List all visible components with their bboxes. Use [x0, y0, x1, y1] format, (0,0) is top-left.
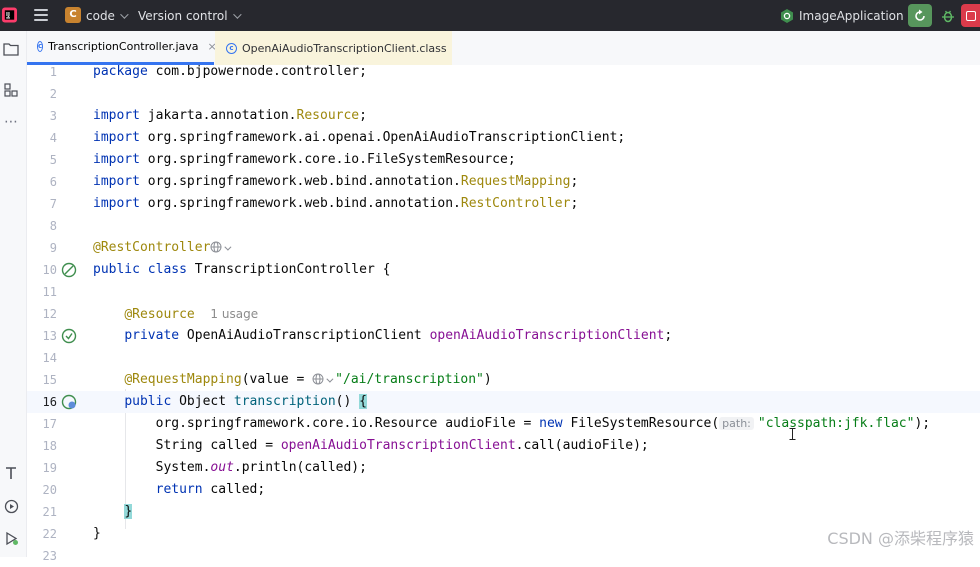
code-text: import org.springframework.ai.openai.Ope…	[93, 130, 626, 145]
code-text: import org.springframework.core.io.FileS…	[93, 152, 516, 167]
code-line[interactable]: 12 @Resource 1 usage	[27, 303, 980, 325]
code-line[interactable]: 14	[27, 347, 980, 369]
rerun-icon	[915, 9, 925, 21]
code-line[interactable]: 2	[27, 83, 980, 105]
services-icon[interactable]	[2, 497, 20, 515]
chevron-down-icon[interactable]	[224, 243, 232, 251]
code-text: public class TranscriptionController {	[93, 262, 391, 277]
stop-button[interactable]	[961, 4, 980, 27]
code-text: @RequestMapping(value = "/ai/transcripti…	[124, 372, 492, 387]
tool-window-strip: ⋯	[0, 31, 27, 557]
web-endpoint-icon[interactable]	[210, 241, 222, 253]
bug-icon	[942, 10, 954, 22]
more-tools-icon[interactable]: ⋯	[2, 113, 20, 131]
web-endpoint-icon[interactable]	[312, 373, 324, 385]
class-icon: c	[37, 41, 44, 52]
code-text: @Resource 1 usage	[124, 307, 259, 322]
class-icon: c	[226, 42, 237, 54]
code-text: System.out.println(called);	[155, 460, 367, 475]
code-line[interactable]: 6 import org.springframework.web.bind.an…	[27, 171, 980, 193]
code-text: String called = openAiAudioTranscription…	[155, 438, 649, 453]
code-line[interactable]: 18 String called = openAiAudioTranscript…	[27, 435, 980, 457]
run-config-selector[interactable]: ImageApplication	[779, 0, 918, 31]
tab-label: TranscriptionController.java	[48, 40, 199, 53]
code-line[interactable]: 15 @RequestMapping(value = "/ai/transcri…	[27, 369, 980, 391]
code-text: }	[93, 526, 101, 541]
svg-text:IJ: IJ	[6, 12, 10, 18]
rerun-button[interactable]	[908, 4, 932, 27]
code-line[interactable]: 21 }	[27, 501, 980, 523]
code-line[interactable]: 3 import jakarta.annotation.Resource;	[27, 105, 980, 127]
chevron-down-icon[interactable]	[326, 375, 334, 383]
code-line[interactable]: 11	[27, 281, 980, 303]
chevron-down-icon	[120, 9, 129, 19]
code-line[interactable]: 7 import org.springframework.web.bind.an…	[27, 193, 980, 215]
code-line[interactable]: 4 import org.springframework.ai.openai.O…	[27, 127, 980, 149]
code-editor[interactable]: 1 package com.bjpowernode.controller; 2 …	[27, 64, 980, 563]
tab-transcription-controller[interactable]: c TranscriptionController.java ×	[27, 31, 217, 65]
stop-icon	[965, 10, 976, 21]
code-text: private OpenAiAudioTranscriptionClient o…	[124, 328, 673, 343]
project-name: code	[86, 8, 115, 23]
code-text: import jakarta.annotation.Resource;	[93, 108, 367, 123]
code-line-current[interactable]: 16 public Object transcription() {	[27, 391, 980, 413]
code-line[interactable]: 20 return called;	[27, 479, 980, 501]
watermark: CSDN @添柴程序猿	[827, 529, 974, 548]
run-tool-icon[interactable]	[2, 529, 20, 547]
main-menu-icon[interactable]	[34, 9, 48, 21]
intellij-logo-icon[interactable]: IJ	[2, 7, 17, 23]
code-line[interactable]: 9 @RestController	[27, 237, 980, 259]
code-line[interactable]: 1 package com.bjpowernode.controller;	[27, 61, 980, 83]
usage-hint[interactable]: 1 usage	[210, 307, 258, 321]
code-text: }	[124, 504, 133, 519]
tab-openai-audio-client[interactable]: c OpenAiAudioTranscriptionClient.class	[215, 31, 452, 65]
code-line[interactable]: 19 System.out.println(called);	[27, 457, 980, 479]
code-text: org.springframework.core.io.Resource aud…	[155, 416, 931, 431]
code-line[interactable]: 10 public class TranscriptionController …	[27, 259, 980, 281]
tab-label: OpenAiAudioTranscriptionClient.class	[242, 41, 447, 55]
parameter-hint: path:	[719, 417, 754, 430]
code-text: package com.bjpowernode.controller;	[93, 64, 367, 79]
project-badge: C	[65, 7, 81, 23]
font-tool-icon[interactable]	[2, 464, 20, 482]
vcs-selector[interactable]: Version control	[138, 0, 242, 31]
code-text: @RestController	[93, 237, 232, 259]
code-text: public Object transcription() {	[124, 394, 367, 409]
code-line[interactable]: 8	[27, 215, 980, 237]
structure-icon[interactable]	[2, 81, 20, 99]
code-text: import org.springframework.web.bind.anno…	[93, 174, 579, 189]
folder-icon[interactable]	[2, 40, 20, 58]
spring-boot-icon	[781, 8, 793, 23]
run-config-name: ImageApplication	[799, 8, 904, 23]
debug-button[interactable]	[936, 4, 960, 27]
chevron-down-icon	[232, 9, 242, 19]
spring-bean-gutter-icon[interactable]	[61, 262, 77, 278]
code-line[interactable]: 17 org.springframework.core.io.Resource …	[27, 413, 980, 435]
project-selector[interactable]: code	[86, 0, 129, 31]
code-text: import org.springframework.web.bind.anno…	[93, 196, 579, 211]
autowired-gutter-icon[interactable]	[61, 328, 77, 344]
text-cursor-icon	[789, 428, 796, 440]
code-text: return called;	[155, 482, 266, 497]
vcs-label: Version control	[138, 8, 228, 23]
title-bar: IJ C code Version control ImageApplicati…	[0, 0, 980, 31]
code-line[interactable]: 13 private OpenAiAudioTranscriptionClien…	[27, 325, 980, 347]
code-line[interactable]: 5 import org.springframework.core.io.Fil…	[27, 149, 980, 171]
request-mapping-gutter-icon[interactable]	[61, 394, 77, 410]
